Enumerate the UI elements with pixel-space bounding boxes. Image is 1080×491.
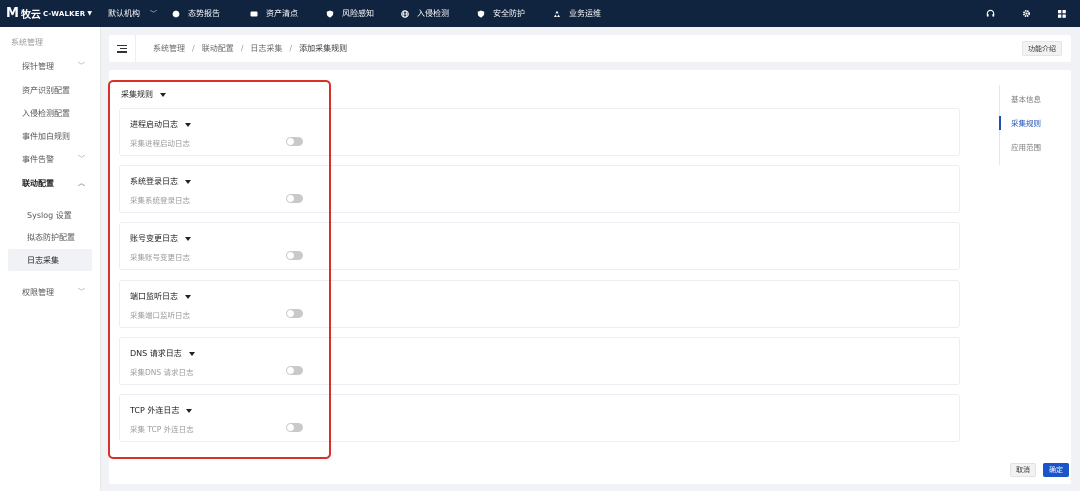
sidebar-item-label: 权限管理 [22,287,54,297]
sidebar-sub-label: 拟态防护配置 [27,232,75,242]
globe-icon [401,9,409,18]
breadcrumb-log-collect[interactable]: 日志采集 [250,43,282,54]
anchor-collect-rules[interactable]: 采集规则 [998,116,1059,130]
shield-check-icon [477,10,485,18]
org-selector[interactable]: 默认机构 ﹀ [104,0,162,27]
sidebar-item-label: 入侵检测配置 [22,108,70,118]
nav-assets[interactable]: 资产清点 [250,0,326,27]
nav-intrusion[interactable]: 入侵检测 [401,0,477,27]
nav-risk[interactable]: 风险感知 [326,0,401,27]
nav-label: 安全防护 [493,9,525,18]
recycle-icon [554,10,560,17]
logo-cn: 牧云 [20,10,41,21]
support-button[interactable] [972,0,1008,27]
menu-fold-icon [117,44,127,53]
sidebar-item-label: 事件告警 [22,154,54,164]
chevron-down-icon: ﹀ [78,62,85,70]
breadcrumb-separator: / [240,44,244,53]
chevron-down-icon: ﹀ [78,288,85,296]
nav-label: 业务运维 [569,9,601,18]
caret-down-icon: ▼ [87,10,92,17]
logo[interactable]: M 牧云 C-WALKER ▼ [0,0,104,27]
nav-dashboard[interactable]: 态势报告 [172,0,250,27]
breadcrumb-system[interactable]: 系统管理 [153,43,185,54]
nav-label: 资产清点 [266,9,298,18]
sidebar-sub-log-collect[interactable]: 日志采集 [8,249,92,271]
apps-button[interactable] [1044,0,1080,27]
gear-icon [1022,10,1030,17]
sidebar-item-label: 探针管理 [22,61,54,71]
anchor-scope[interactable]: 应用范围 [999,140,1059,154]
chevron-down-icon: ﹀ [78,155,85,163]
nav-label: 风险感知 [342,9,374,18]
grid-icon [1058,9,1066,18]
breadcrumb-linkage[interactable]: 联动配置 [202,43,234,54]
sidebar-sub-syslog[interactable]: Syslog 设置 [8,204,92,226]
asset-icon [250,11,258,16]
sidebar-sub-mimic[interactable]: 拟态防护配置 [8,226,92,248]
breadcrumb-separator: / [192,44,195,53]
chevron-up-icon: ︿ [78,179,85,187]
highlight-box [108,80,331,459]
collapse-menu-button[interactable] [109,35,136,62]
nav-ops[interactable]: 业务运维 [553,0,631,27]
sidebar-item-whitelist[interactable]: 事件加白规则 [0,126,101,146]
logo-en: C-WALKER [42,9,86,18]
sidebar-item-linkage[interactable]: 联动配置 ︿ [0,173,101,193]
sidebar-item-asset-config[interactable]: 资产识别配置 [0,80,101,100]
top-right-tools [972,0,1080,27]
sidebar-sub-label: 日志采集 [27,255,59,265]
top-bar: M 牧云 C-WALKER ▼ 默认机构 ﹀ 态势报告 资产清点 风险感知 入侵… [0,0,1080,27]
nav-label: 态势报告 [188,9,220,18]
sidebar-item-permissions[interactable]: 权限管理 ﹀ [0,282,101,302]
sidebar-item-intrusion-config[interactable]: 入侵检测配置 [0,103,101,123]
confirm-button[interactable]: 确定 [1043,463,1069,477]
sidebar-item-probe[interactable]: 探针管理 ﹀ [0,56,101,76]
feature-intro-button[interactable]: 功能介绍 [1022,41,1062,56]
nav-protection[interactable]: 安全防护 [477,0,553,27]
sidebar: 系统管理 探针管理 ﹀ 资产识别配置 入侵检测配置 事件加白规则 事件告警 ﹀ … [0,27,101,491]
sidebar-item-label: 事件加白规则 [22,131,70,141]
anchor-basic-info[interactable]: 基本信息 [999,92,1059,106]
sidebar-item-label: 资产识别配置 [22,85,70,95]
sidebar-item-alerts[interactable]: 事件告警 ﹀ [0,149,101,169]
headset-icon [986,9,994,17]
org-label: 默认机构 [108,9,140,18]
breadcrumb-bar: 系统管理 / 联动配置 / 日志采集 / 添加采集规则 功能介绍 [109,35,1071,62]
chevron-down-icon: ﹀ [150,9,157,18]
breadcrumb-separator: / [289,44,293,53]
dashboard-icon [172,10,180,17]
logo-mark-icon: M [6,6,19,21]
sidebar-sub-label: Syslog 设置 [27,210,72,220]
breadcrumb: 系统管理 / 联动配置 / 日志采集 / 添加采集规则 [153,35,347,62]
settings-button[interactable] [1008,0,1044,27]
shield-icon [326,10,334,18]
sidebar-item-label: 联动配置 [22,178,54,188]
cancel-button[interactable]: 取消 [1010,463,1036,477]
sidebar-title: 系统管理 [11,38,43,47]
breadcrumb-current: 添加采集规则 [299,44,348,53]
nav-label: 入侵检测 [417,9,449,18]
